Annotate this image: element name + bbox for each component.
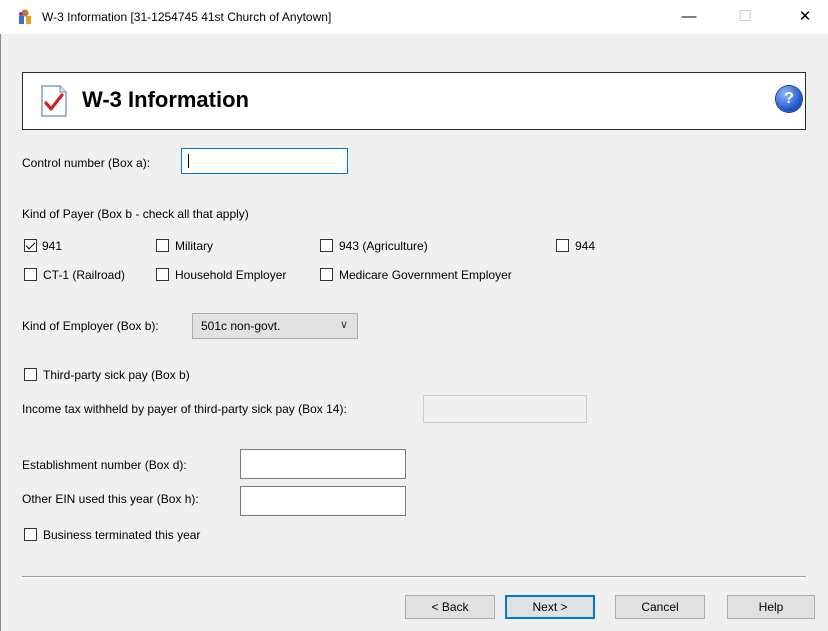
maximize-button[interactable]: ☐ [722,0,768,34]
checkbox-business-terminated[interactable] [24,528,37,541]
checkbox-medicare-government-employer[interactable] [320,268,333,281]
kind-of-payer-label: Kind of Payer (Box b - check all that ap… [22,207,249,221]
checkbox-ct1-railroad-label[interactable]: CT-1 (Railroad) [43,268,125,282]
checkbox-944[interactable] [556,239,569,252]
control-number-input[interactable] [181,148,348,174]
kind-of-employer-selected: 501c non-govt. [201,319,281,333]
close-button[interactable]: ✕ [782,0,828,34]
help-button[interactable]: Help [727,595,815,619]
checkbox-medicare-government-employer-label[interactable]: Medicare Government Employer [339,268,512,282]
establishment-number-input[interactable] [240,449,406,479]
back-button[interactable]: < Back [405,595,495,619]
checkbox-military-label[interactable]: Military [175,239,213,253]
app-icon [16,8,34,26]
checkbox-943-agriculture[interactable] [320,239,333,252]
chevron-down-icon: ∨ [339,319,348,331]
kind-of-employer-select[interactable]: 501c non-govt. ∨ [192,313,358,339]
other-ein-label: Other EIN used this year (Box h): [22,492,199,506]
checkbox-household-employer-label[interactable]: Household Employer [175,268,286,282]
window-title: W-3 Information [31-1254745 41st Church … [42,10,332,24]
control-number-label: Control number (Box a): [22,156,151,170]
income-tax-withheld-input [423,395,587,423]
footer-separator-highlight [22,577,806,578]
checklist-document-icon [40,85,68,117]
checkbox-941[interactable] [24,239,37,252]
text-caret [188,154,189,168]
checkbox-household-employer[interactable] [156,268,169,281]
checkbox-third-party-sick-pay-label[interactable]: Third-party sick pay (Box b) [43,368,190,382]
checkbox-third-party-sick-pay[interactable] [24,368,37,381]
checkbox-944-label[interactable]: 944 [575,239,595,253]
help-icon[interactable]: ? [776,86,802,112]
checkbox-military[interactable] [156,239,169,252]
minimize-button[interactable]: — [666,0,712,34]
checkbox-941-label[interactable]: 941 [42,239,62,253]
checkbox-business-terminated-label[interactable]: Business terminated this year [43,528,200,542]
other-ein-input[interactable] [240,486,406,516]
establishment-number-label: Establishment number (Box d): [22,458,187,472]
checkbox-943-agriculture-label[interactable]: 943 (Agriculture) [339,239,428,253]
kind-of-employer-label: Kind of Employer (Box b): [22,319,159,333]
window-frame-left [0,34,9,631]
income-tax-withheld-label: Income tax withheld by payer of third-pa… [22,402,347,416]
next-button[interactable]: Next > [505,595,595,619]
page-title: W-3 Information [82,87,249,112]
cancel-button[interactable]: Cancel [615,595,705,619]
checkbox-ct1-railroad[interactable] [24,268,37,281]
